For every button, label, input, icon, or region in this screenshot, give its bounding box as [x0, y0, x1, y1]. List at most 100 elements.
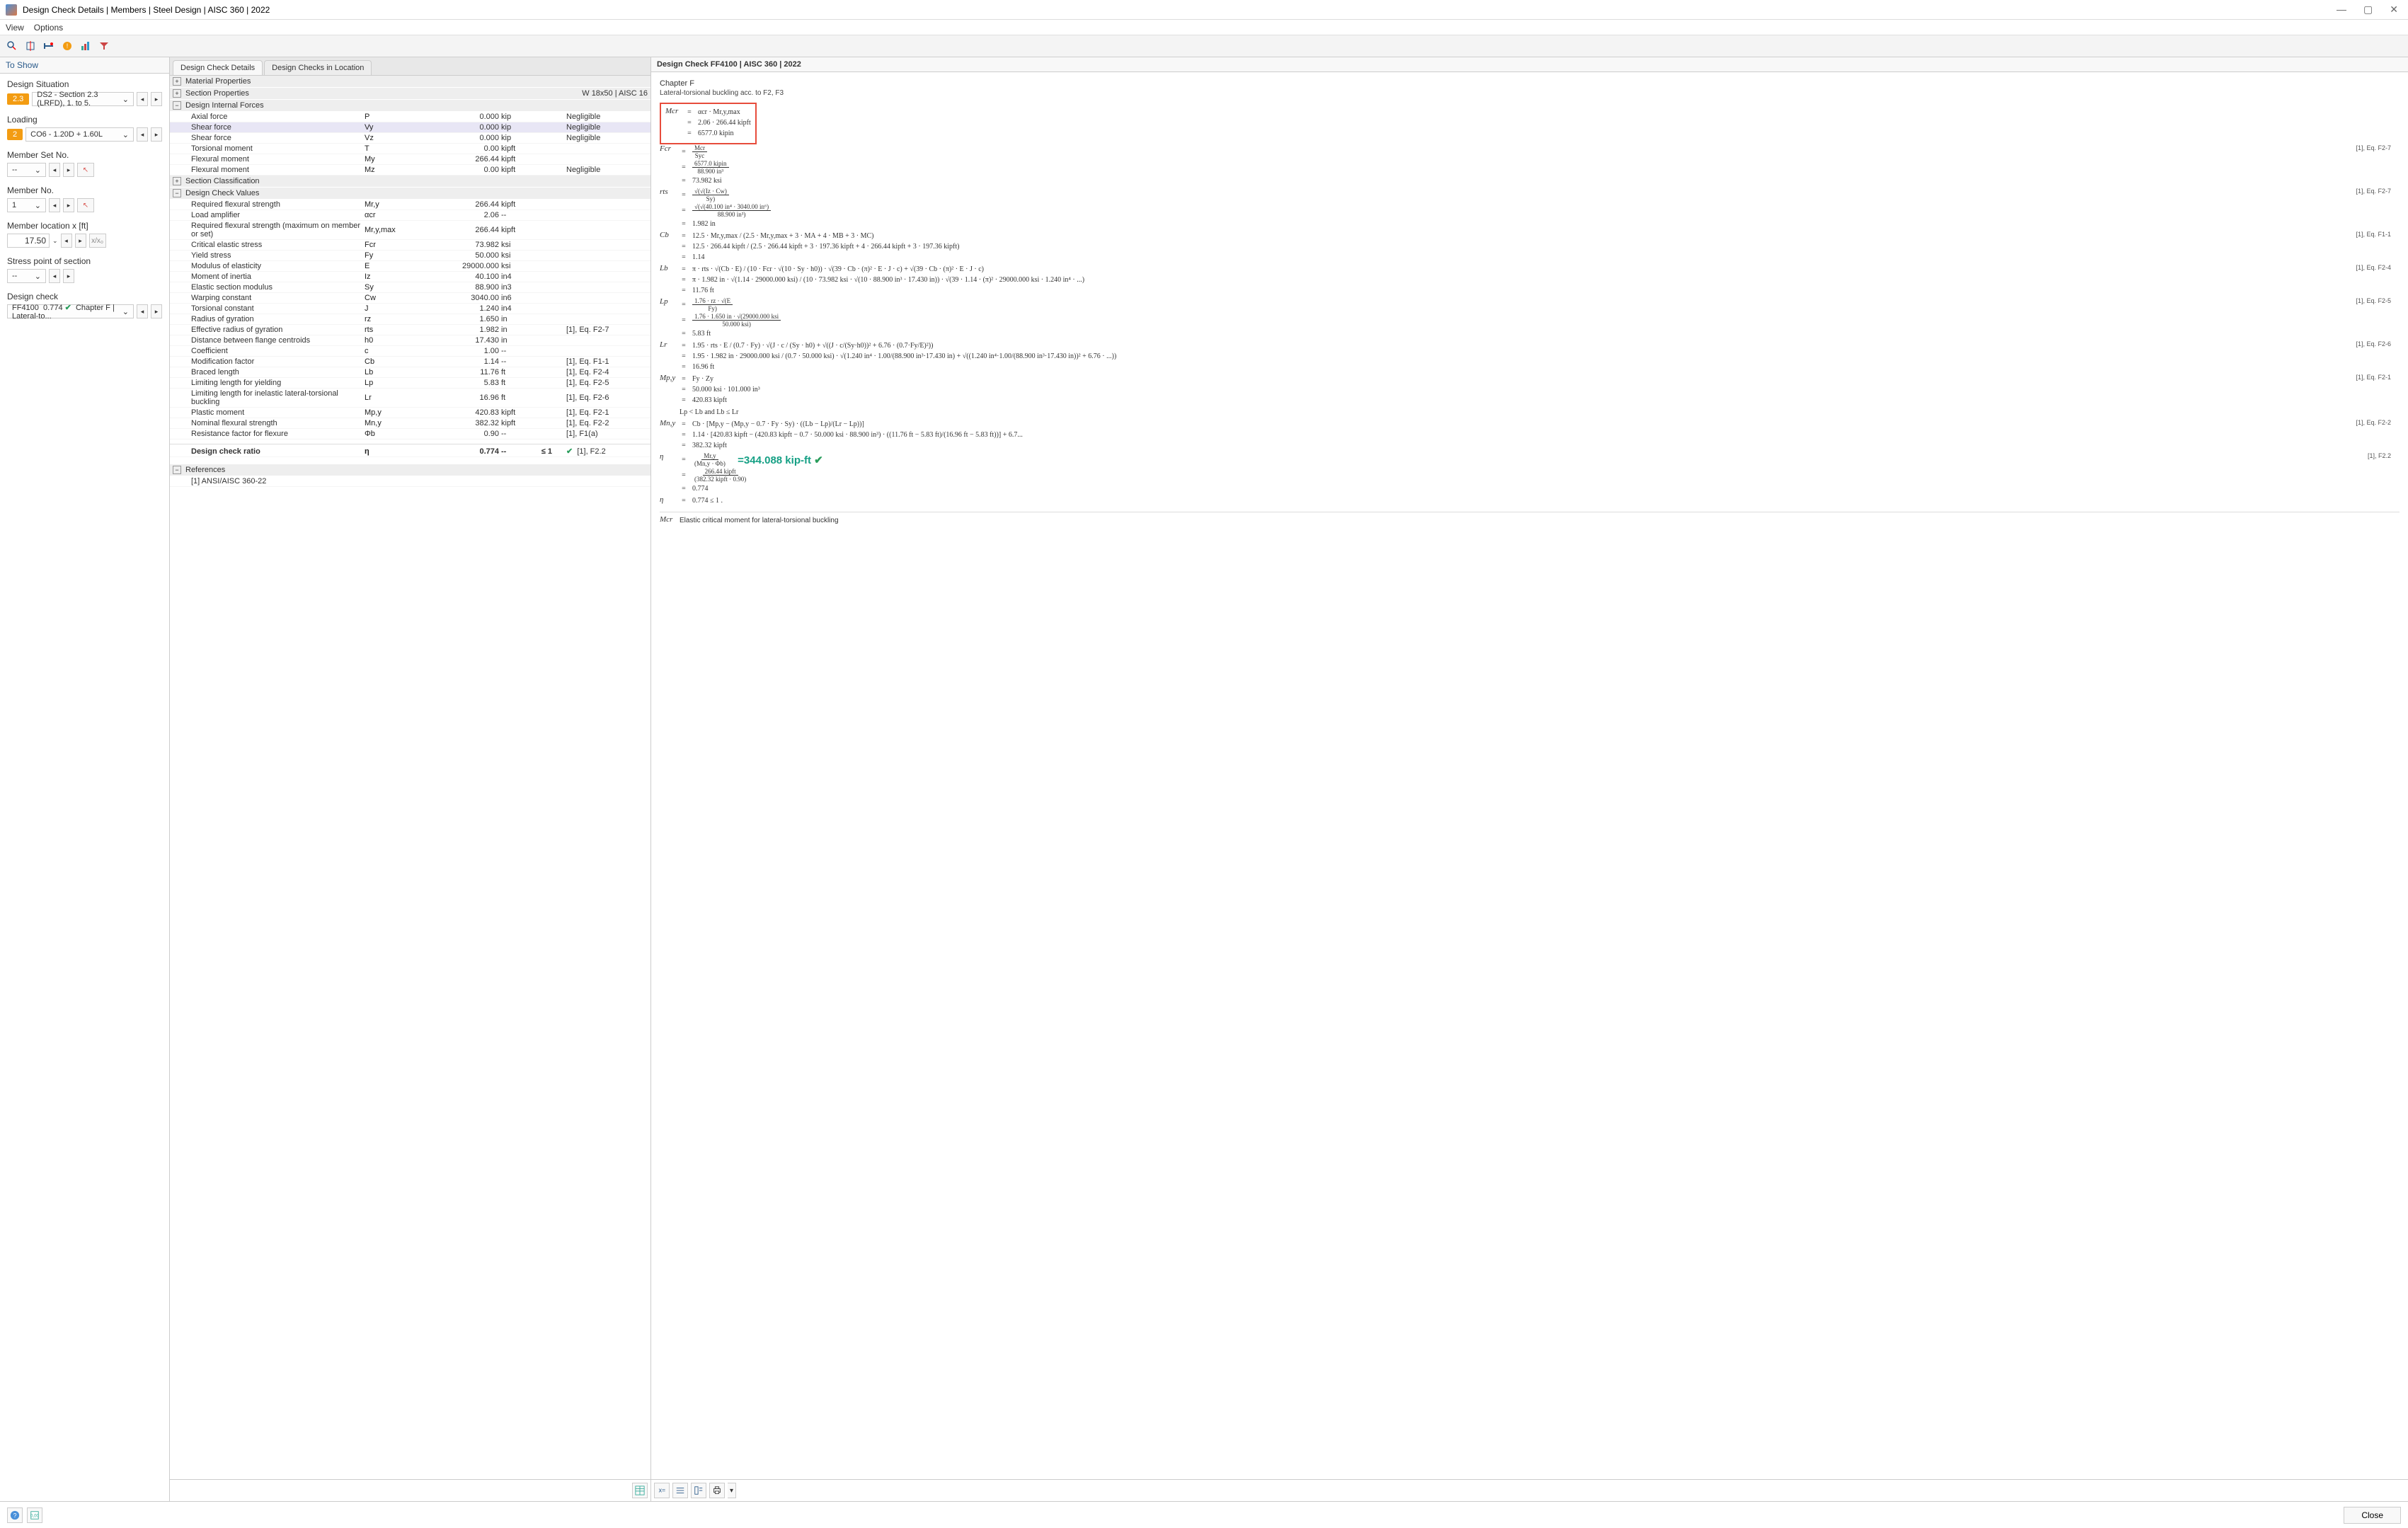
- view-equations-icon[interactable]: x=: [654, 1483, 670, 1498]
- close-icon[interactable]: ✕: [2385, 4, 2402, 16]
- help-icon[interactable]: ?: [7, 1507, 23, 1523]
- maximize-icon[interactable]: ▢: [2359, 4, 2377, 16]
- highlighted-equation: Mcr =αcr · Mr,y,max =2.06 · 266.44 kipft…: [660, 103, 757, 144]
- pick-member-icon[interactable]: ↖: [77, 198, 94, 212]
- data-row[interactable]: Modulus of elasticityE29000.000ksi: [170, 261, 650, 272]
- title-bar: Design Check Details | Members | Steel D…: [0, 0, 2408, 20]
- data-row[interactable]: Axial forceP0.000kipNegligible: [170, 112, 650, 122]
- data-row[interactable]: Flexural momentMy266.44kipft: [170, 154, 650, 165]
- toolbar-warning-icon[interactable]: !: [59, 38, 75, 54]
- section-internal-forces[interactable]: − Design Internal Forces: [170, 100, 650, 112]
- prev-button[interactable]: ◂: [49, 163, 60, 177]
- tab-design-check-details[interactable]: Design Check Details: [173, 60, 263, 75]
- location-label: Member location x [ft]: [7, 221, 162, 231]
- section-section-props[interactable]: + Section Properties W 18x50 | AISC 16: [170, 88, 650, 100]
- data-row[interactable]: Braced lengthLb11.76ft[1], Eq. F2-4: [170, 367, 650, 378]
- section-check-values[interactable]: − Design Check Values: [170, 188, 650, 200]
- print-icon[interactable]: [709, 1483, 725, 1498]
- next-button[interactable]: ▸: [63, 163, 74, 177]
- data-row[interactable]: Warping constantCw3040.00in6: [170, 293, 650, 304]
- toolbar-design-icon[interactable]: [23, 38, 38, 54]
- location-xx-button[interactable]: x/x₀: [89, 234, 106, 248]
- equation-reference: [1], Eq. F2-7: [2356, 144, 2391, 151]
- export-table-icon[interactable]: [632, 1483, 648, 1498]
- design-check-dropdown[interactable]: FF4100 0.774 ✔ Chapter F | Lateral-to...…: [7, 304, 134, 318]
- next-button[interactable]: ▸: [63, 269, 74, 283]
- data-row[interactable]: Load amplifierαcr2.06--: [170, 210, 650, 221]
- section-material[interactable]: + Material Properties: [170, 76, 650, 88]
- view-list-icon[interactable]: [672, 1483, 688, 1498]
- data-row[interactable]: Torsional momentT0.00kipft: [170, 144, 650, 154]
- equation-block: Lr=1.95 · rts · E / (0.7 · Fy) · √(J · c…: [660, 340, 2400, 372]
- units-icon[interactable]: 0,00: [27, 1507, 42, 1523]
- stress-point-dropdown[interactable]: -- ⌄: [7, 269, 46, 283]
- print-dropdown-icon[interactable]: ▾: [728, 1483, 736, 1498]
- menu-view[interactable]: View: [6, 23, 24, 33]
- chevron-down-icon[interactable]: ⌄: [52, 237, 58, 245]
- data-row[interactable]: Plastic momentMp,y420.83kipft[1], Eq. F2…: [170, 408, 650, 418]
- prev-button[interactable]: ◂: [137, 304, 148, 318]
- equation-reference: [1], Eq. F2-2: [2356, 419, 2391, 426]
- data-row[interactable]: Coefficientc1.00--: [170, 346, 650, 357]
- data-row[interactable]: Flexural momentMz0.00kipftNegligible: [170, 165, 650, 176]
- tab-design-checks-location[interactable]: Design Checks in Location: [264, 60, 372, 75]
- prev-button[interactable]: ◂: [61, 234, 72, 248]
- prev-button[interactable]: ◂: [49, 269, 60, 283]
- data-row[interactable]: Shear forceVy0.000kipNegligible: [170, 122, 650, 133]
- next-button[interactable]: ▸: [151, 92, 162, 106]
- equation-block: Lp < Lb and Lb ≤ Lr: [660, 407, 2400, 418]
- equation-reference: [1], F2.2: [2368, 452, 2391, 459]
- next-button[interactable]: ▸: [151, 127, 162, 142]
- data-row[interactable]: Resistance factor for flexureΦb0.90--[1]…: [170, 429, 650, 440]
- data-row[interactable]: Modification factorCb1.14--[1], Eq. F1-1: [170, 357, 650, 367]
- chevron-down-icon: ⌄: [122, 307, 129, 316]
- data-row[interactable]: Required flexural strengthMr,y266.44kipf…: [170, 200, 650, 210]
- toolbar-filter-icon[interactable]: [96, 38, 112, 54]
- prev-button[interactable]: ◂: [137, 92, 148, 106]
- prev-button[interactable]: ◂: [49, 198, 60, 212]
- data-row[interactable]: Moment of inertiaIz40.100in4: [170, 272, 650, 282]
- member-set-dropdown[interactable]: -- ⌄: [7, 163, 46, 177]
- data-row[interactable]: Radius of gyrationrz1.650in: [170, 314, 650, 325]
- next-button[interactable]: ▸: [75, 234, 86, 248]
- data-row[interactable]: Required flexural strength (maximum on m…: [170, 221, 650, 240]
- design-situation-chip: 2.3: [7, 93, 29, 105]
- toolbar-chart-icon[interactable]: [78, 38, 93, 54]
- close-button[interactable]: Close: [2344, 1507, 2401, 1524]
- svg-text:0,00: 0,00: [30, 1513, 39, 1518]
- chevron-down-icon: ⌄: [35, 272, 41, 281]
- equation-block: η=Mr,y(Mn,y · Φb) =344.088 kip-ft=266.44…: [660, 452, 2400, 494]
- check-ok-icon: ✔: [65, 304, 71, 312]
- check-ok-icon: ✔: [566, 447, 573, 456]
- next-button[interactable]: ▸: [63, 198, 74, 212]
- equation-block: rts=√(√(Iz · Cw)Sy)=√(√(40.100 in⁴ · 304…: [660, 188, 2400, 229]
- design-situation-dropdown[interactable]: DS2 - Section 2.3 (LRFD), 1. to 5.⌄: [32, 92, 134, 106]
- data-row[interactable]: Yield stressFy50.000ksi: [170, 251, 650, 261]
- data-row[interactable]: Elastic section modulusSy88.900in3: [170, 282, 650, 293]
- section-classification[interactable]: + Section Classification: [170, 176, 650, 188]
- location-input[interactable]: 17.50: [7, 234, 50, 248]
- view-detail-icon[interactable]: [691, 1483, 706, 1498]
- section-references[interactable]: − References: [170, 464, 650, 476]
- loading-dropdown[interactable]: CO6 - 1.20D + 1.60L⌄: [25, 127, 134, 142]
- toolbar-member-icon[interactable]: [41, 38, 57, 54]
- data-row[interactable]: Limiting length for inelastic lateral-to…: [170, 389, 650, 408]
- data-row[interactable]: Effective radius of gyrationrts1.982in[1…: [170, 325, 650, 335]
- data-row[interactable]: Shear forceVz0.000kipNegligible: [170, 133, 650, 144]
- data-row[interactable]: Critical elastic stressFcr73.982ksi: [170, 240, 650, 251]
- collapse-icon: −: [173, 101, 181, 110]
- data-row[interactable]: Distance between flange centroidsh017.43…: [170, 335, 650, 346]
- chevron-down-icon: ⌄: [35, 166, 41, 175]
- data-row[interactable]: Torsional constantJ1.240in4: [170, 304, 650, 314]
- data-row[interactable]: Nominal flexural strengthMn,y382.32kipft…: [170, 418, 650, 429]
- toolbar-search-icon[interactable]: [4, 38, 20, 54]
- minimize-icon[interactable]: —: [2332, 4, 2351, 16]
- equation-reference: [1], Eq. F2-4: [2356, 264, 2391, 271]
- data-row[interactable]: Limiting length for yieldingLp5.83ft[1],…: [170, 378, 650, 389]
- prev-button[interactable]: ◂: [137, 127, 148, 142]
- pick-member-set-icon[interactable]: ↖: [77, 163, 94, 177]
- equation-reference: [1], Eq. F2-6: [2356, 340, 2391, 347]
- menu-options[interactable]: Options: [34, 23, 63, 33]
- member-no-dropdown[interactable]: 1 ⌄: [7, 198, 46, 212]
- next-button[interactable]: ▸: [151, 304, 162, 318]
